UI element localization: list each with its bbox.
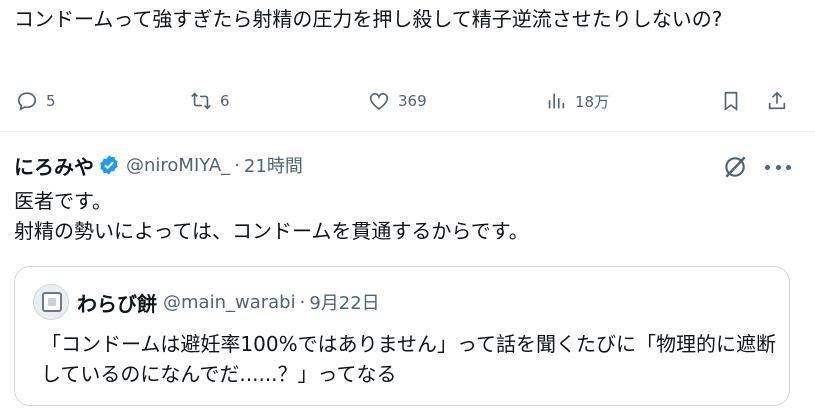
retweet-button[interactable]: 6 <box>190 86 230 116</box>
share-icon <box>768 91 786 110</box>
reply-body: 医者です。 射精の勢いによっては、コンドームを貫通するからです。 <box>14 186 804 246</box>
quoted-post-body: 「コンドームは避妊率100%ではありません」って話を聞くたびに「物理的に遮断して… <box>41 332 776 386</box>
reply-icon <box>17 92 37 111</box>
separator-dot: · <box>234 154 240 176</box>
heart-icon <box>369 93 389 110</box>
like-button[interactable]: 369 <box>368 86 427 116</box>
quoted-post-header: わらび餅 @main_warabi · 9月22日 <box>33 284 380 320</box>
reply-body-line-2: 射精の勢いによっては、コンドームを貫通するからです。 <box>14 219 529 243</box>
views-icon <box>548 93 565 109</box>
reply-header: にろみや @niroMIYA_ · 21時間 <box>14 150 303 180</box>
post-text: コンドームって強すぎたら射精の圧力を押し殺して精子逆流させたりしないの? <box>14 7 723 31</box>
bookmark-icon <box>724 91 738 111</box>
more-options-icon[interactable] <box>765 158 791 176</box>
avatar[interactable] <box>33 284 69 320</box>
like-count: 369 <box>398 92 427 110</box>
bookmark-button[interactable] <box>720 86 742 116</box>
verified-badge-icon <box>100 155 118 175</box>
views-button[interactable]: 18万 <box>545 86 609 116</box>
share-button[interactable] <box>766 86 788 116</box>
reply-timestamp[interactable]: 21時間 <box>244 152 303 178</box>
views-count: 18万 <box>575 92 610 111</box>
retweet-icon <box>191 92 211 110</box>
grok-icon[interactable] <box>722 154 748 180</box>
separator-dot: · <box>299 291 306 313</box>
reply-count: 5 <box>46 92 56 110</box>
action-bar: 5 6 369 18万 <box>0 86 815 116</box>
reply-button[interactable]: 5 <box>16 86 56 116</box>
quoted-date[interactable]: 9月22日 <box>309 289 379 315</box>
quoted-author-handle[interactable]: @main_warabi <box>163 292 296 313</box>
retweet-count: 6 <box>220 92 230 110</box>
quoted-post[interactable]: わらび餅 @main_warabi · 9月22日 「コンドームは避妊率100%… <box>14 266 790 406</box>
quoted-author-name[interactable]: わらび餅 <box>77 288 157 317</box>
reply-body-line-1: 医者です。 <box>14 189 112 213</box>
divider <box>0 131 815 132</box>
reply-author-name[interactable]: にろみや <box>14 151 94 180</box>
reply-author-handle[interactable]: @niroMIYA_ <box>126 155 230 176</box>
